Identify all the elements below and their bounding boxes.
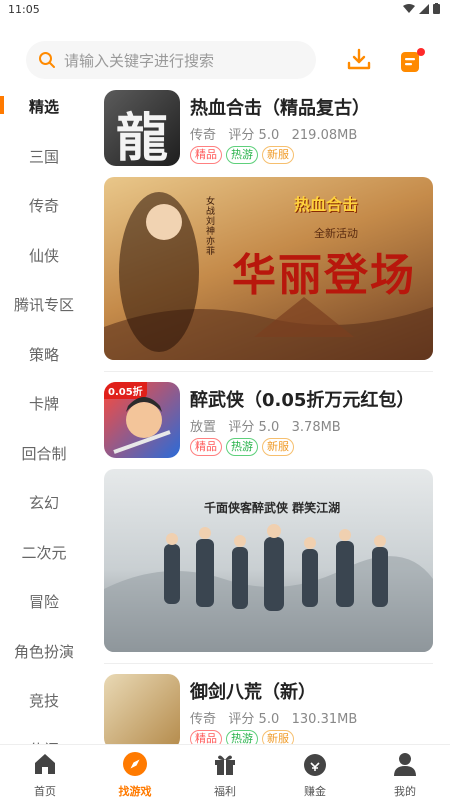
icon-glyph: 龍 — [115, 108, 168, 166]
money-bag-icon — [304, 754, 326, 776]
banner-art — [104, 524, 433, 652]
tab-earn[interactable]: 赚金 — [270, 745, 360, 801]
game-size: 219.08MB — [291, 128, 358, 143]
tag-premium: 精品 — [190, 146, 222, 164]
wifi-icon — [403, 3, 415, 13]
tag-new-server: 新服 — [262, 146, 294, 164]
search-placeholder: 请输入关键字进行搜索 — [64, 51, 215, 70]
game-tags: 精品 热游 新服 — [190, 730, 294, 744]
game-meta: 传奇 评分 5.0 219.08MB — [190, 124, 357, 143]
status-icons — [403, 3, 440, 14]
game-icon[interactable]: 龍 — [104, 90, 180, 166]
sidebar-item-legend[interactable]: 传奇 — [0, 195, 88, 216]
sidebar-item-turn-based[interactable]: 回合制 — [0, 443, 88, 464]
tab-find-games[interactable]: 找游戏 — [90, 745, 180, 801]
tag-new-server: 新服 — [262, 438, 294, 456]
game-rating: 评分 5.0 — [228, 420, 280, 435]
game-icon[interactable]: 0.05折 — [104, 382, 180, 458]
game-title[interactable]: 御剑八荒（新） — [190, 678, 316, 704]
status-time: 11:05 — [8, 3, 40, 16]
game-size: 130.31MB — [291, 712, 358, 727]
icon-art — [113, 397, 171, 454]
game-title[interactable]: 醉武侠（0.05折万元红包） — [190, 386, 414, 412]
game-category: 传奇 — [190, 128, 217, 143]
tab-mine[interactable]: 我的 — [360, 745, 450, 801]
tab-label: 福利 — [214, 785, 236, 798]
category-sidebar: 精选 三国 传奇 仙侠 腾讯专区 策略 卡牌 回合制 玄幻 二次元 冒险 角色扮… — [0, 80, 88, 744]
signal-icon — [419, 3, 429, 14]
game-rating: 评分 5.0 — [228, 712, 280, 727]
game-title[interactable]: 热血合击（精品复古） — [190, 94, 370, 120]
tag-hot: 热游 — [226, 730, 258, 744]
tab-label: 赚金 — [304, 785, 326, 798]
sidebar-item-anime[interactable]: 二次元 — [0, 542, 88, 563]
tab-label: 首页 — [34, 785, 56, 798]
tag-premium: 精品 — [190, 730, 222, 744]
banner-headline: 华丽登场 — [232, 250, 416, 301]
sidebar-item-featured[interactable]: 精选 — [0, 96, 88, 117]
status-bar: 11:05 — [0, 0, 450, 20]
tag-new-server: 新服 — [262, 730, 294, 744]
sidebar-item-xianxia[interactable]: 仙侠 — [0, 245, 88, 266]
banner-side-text: 女战刘神亦菲 — [206, 197, 216, 257]
sidebar-item-rpg[interactable]: 角色扮演 — [0, 641, 88, 662]
game-category: 传奇 — [190, 712, 217, 727]
compass-icon — [123, 752, 147, 776]
tab-label: 我的 — [394, 785, 416, 798]
home-icon — [35, 754, 55, 774]
game-feed: 龍 热血合击（精品复古） 传奇 评分 5.0 219.08MB 精品 热游 新服… — [104, 80, 434, 744]
banner-headline: 千面侠客醉武侠 群笑江湖 — [204, 501, 341, 515]
download-icon[interactable] — [345, 46, 373, 74]
game-tags: 精品 热游 新服 — [190, 438, 294, 456]
game-meta: 放置 评分 5.0 3.78MB — [190, 416, 341, 435]
sidebar-item-competitive[interactable]: 竞技 — [0, 690, 88, 711]
game-category: 放置 — [190, 420, 217, 435]
game-tags: 精品 热游 新服 — [190, 146, 294, 164]
banner-logo: 热血合击 — [294, 195, 359, 214]
sidebar-item-three-kingdoms[interactable]: 三国 — [0, 146, 88, 167]
search-icon — [39, 52, 55, 68]
sidebar-item-strategy[interactable]: 策略 — [0, 344, 88, 365]
tab-welfare[interactable]: 福利 — [180, 745, 270, 801]
game-banner[interactable]: 千面侠客醉武侠 群笑江湖 — [104, 469, 433, 652]
user-icon — [394, 753, 416, 776]
game-rating: 评分 5.0 — [228, 128, 280, 143]
sidebar-item-card[interactable]: 卡牌 — [0, 393, 88, 414]
unread-dot — [417, 48, 425, 56]
bottom-tab-bar: 首页 找游戏 福利 赚金 我的 — [0, 744, 450, 800]
tab-label: 找游戏 — [118, 785, 152, 798]
game-meta: 传奇 评分 5.0 130.31MB — [190, 708, 357, 727]
tag-hot: 热游 — [226, 146, 258, 164]
tab-home[interactable]: 首页 — [0, 745, 90, 801]
game-icon[interactable] — [104, 674, 180, 744]
tag-premium: 精品 — [190, 438, 222, 456]
divider — [104, 663, 433, 664]
game-size: 3.78MB — [291, 420, 341, 435]
sidebar-item-fantasy[interactable]: 玄幻 — [0, 492, 88, 513]
tag-hot: 热游 — [226, 438, 258, 456]
battery-icon — [433, 3, 440, 14]
divider — [104, 371, 433, 372]
game-banner[interactable]: 热血合击 全新活动 女战刘神亦菲 华丽登场 — [104, 177, 433, 360]
sidebar-item-adventure[interactable]: 冒险 — [0, 591, 88, 612]
search-box[interactable]: 请输入关键字进行搜索 — [26, 41, 316, 79]
sidebar-item-tencent[interactable]: 腾讯专区 — [0, 294, 88, 315]
message-icon[interactable] — [398, 46, 426, 74]
gift-icon — [215, 755, 235, 775]
